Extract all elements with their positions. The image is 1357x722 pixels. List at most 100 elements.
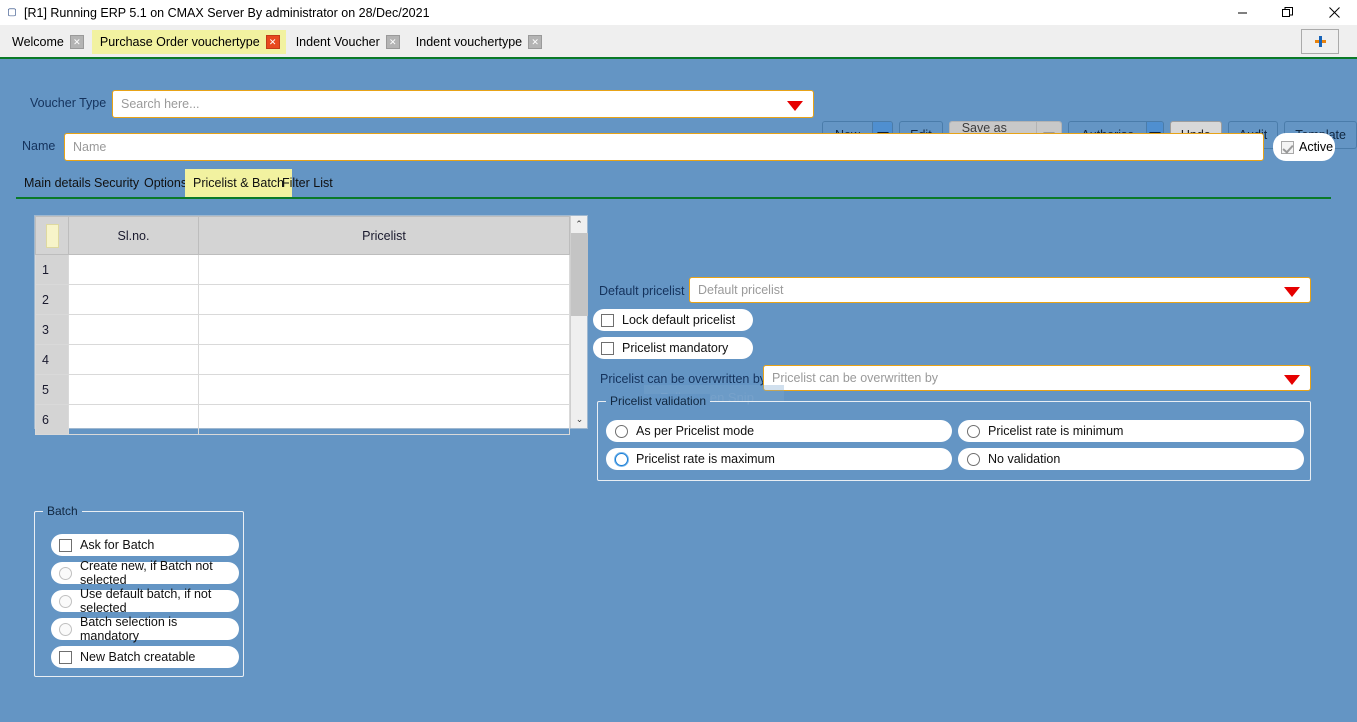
batch-group-title: Batch	[43, 504, 82, 518]
checkbox-box[interactable]	[59, 651, 72, 664]
marker-cell[interactable]	[46, 224, 59, 248]
row-index: 3	[36, 315, 69, 345]
checkbox-new-batch-creatable[interactable]: New Batch creatable	[51, 646, 239, 668]
cell-slno[interactable]	[69, 405, 199, 435]
cell-pricelist[interactable]	[199, 375, 570, 405]
radio-button[interactable]	[59, 567, 72, 580]
cell-pricelist[interactable]	[199, 405, 570, 435]
close-icon[interactable]	[1311, 0, 1357, 25]
radio-pricelist-rate-is-maximum[interactable]: Pricelist rate is maximum	[606, 448, 952, 470]
scrollbar-thumb[interactable]	[571, 233, 588, 316]
radio-create-new-if-batch-not-selected[interactable]: Create new, if Batch not selected	[51, 562, 239, 584]
minimize-icon[interactable]	[1219, 0, 1265, 25]
radio-button[interactable]	[615, 425, 628, 438]
option-label: Pricelist mandatory	[622, 341, 728, 355]
option-label: Use default batch, if not selected	[80, 587, 239, 615]
active-checkbox[interactable]: Active	[1273, 133, 1335, 161]
column-header-pricelist[interactable]: Pricelist	[199, 217, 570, 255]
cell-pricelist[interactable]	[199, 315, 570, 345]
window-title: [R1] Running ERP 5.1 on CMAX Server By a…	[24, 6, 430, 20]
checkbox-box[interactable]	[59, 539, 72, 552]
tab-filter-list[interactable]: Filter List	[274, 169, 341, 197]
option-label: New Batch creatable	[80, 650, 195, 664]
cell-slno[interactable]	[69, 285, 199, 315]
radio-as-per-pricelist-mode[interactable]: As per Pricelist mode	[606, 420, 952, 442]
table-row[interactable]: 3	[36, 315, 570, 345]
tab-label: Indent vouchertype	[416, 35, 522, 49]
name-input[interactable]: Name	[64, 133, 1264, 161]
row-index: 6	[36, 405, 69, 435]
radio-pricelist-rate-is-minimum[interactable]: Pricelist rate is minimum	[958, 420, 1304, 442]
checkbox-pricelist-mandatory[interactable]: Pricelist mandatory	[593, 337, 753, 359]
default-pricelist-dropdown[interactable]: Default pricelist	[689, 277, 1311, 303]
checkbox-box[interactable]	[601, 314, 614, 327]
tab-purchase-order-vouchertype[interactable]: Purchase Order vouchertype ✕	[92, 30, 286, 54]
row-index: 1	[36, 255, 69, 285]
voucher-type-search-input[interactable]: Search here...	[112, 90, 814, 118]
tab-indent-vouchertype[interactable]: Indent vouchertype ✕	[408, 30, 548, 54]
table-row[interactable]: 5	[36, 375, 570, 405]
section-tabs-underline	[16, 197, 1331, 199]
row-index: 4	[36, 345, 69, 375]
window-titlebar: ▢ [R1] Running ERP 5.1 on CMAX Server By…	[0, 0, 1357, 25]
scroll-up-icon[interactable]: ⌃	[571, 216, 587, 233]
cell-slno[interactable]	[69, 375, 199, 405]
pricelist-grid-scrollbar[interactable]: ⌃ ⌄	[570, 216, 587, 428]
chevron-down-icon[interactable]	[1284, 375, 1300, 385]
name-row: Name Name Active	[0, 133, 1357, 161]
radio-button[interactable]	[59, 595, 72, 608]
radio-button[interactable]	[967, 453, 980, 466]
cell-slno[interactable]	[69, 345, 199, 375]
checkbox-ask-for-batch[interactable]: Ask for Batch	[51, 534, 239, 556]
column-header-slno[interactable]: Sl.no.	[69, 217, 199, 255]
active-checkbox-box[interactable]	[1281, 141, 1294, 154]
option-label: Pricelist rate is minimum	[988, 424, 1123, 438]
scroll-down-icon[interactable]: ⌄	[571, 411, 588, 428]
tab-label: Welcome	[12, 35, 64, 49]
add-tab-button[interactable]	[1301, 29, 1339, 54]
option-label: Ask for Batch	[80, 538, 154, 552]
radio-button[interactable]	[615, 453, 628, 466]
cell-pricelist[interactable]	[199, 345, 570, 375]
row-index: 5	[36, 375, 69, 405]
tab-close-icon[interactable]: ✕	[528, 35, 542, 49]
cell-slno[interactable]	[69, 315, 199, 345]
tab-close-icon[interactable]: ✕	[266, 35, 280, 49]
cell-pricelist[interactable]	[199, 255, 570, 285]
tab-welcome[interactable]: Welcome ✕	[4, 30, 90, 54]
chevron-down-icon[interactable]	[787, 101, 803, 111]
section-tabs: Main details Security Options Pricelist …	[0, 169, 1357, 197]
option-label: Create new, if Batch not selected	[80, 559, 239, 587]
radio-button[interactable]	[59, 623, 72, 636]
tab-close-icon[interactable]: ✕	[70, 35, 84, 49]
checkbox-box[interactable]	[601, 342, 614, 355]
voucher-type-row: Voucher Type Search here... New Edit Sav…	[0, 90, 1357, 118]
checkbox-lock-default-pricelist[interactable]: Lock default pricelist	[593, 309, 753, 331]
tab-label: Purchase Order vouchertype	[100, 35, 260, 49]
table-row[interactable]: 6	[36, 405, 570, 435]
table-row[interactable]: 4	[36, 345, 570, 375]
chevron-down-icon[interactable]	[1284, 287, 1300, 297]
table-header-row: Sl.no. Pricelist	[36, 217, 570, 255]
pricelist-overwritten-label: Pricelist can be overwritten by	[600, 372, 766, 386]
option-label: Pricelist rate is maximum	[636, 452, 775, 466]
voucher-type-form: Voucher Type Search here... New Edit Sav…	[0, 59, 1357, 722]
restore-icon[interactable]	[1265, 0, 1311, 25]
table-row[interactable]: 2	[36, 285, 570, 315]
pricelist-overwritten-dropdown[interactable]: Pricelist can be overwritten by	[763, 365, 1311, 391]
radio-no-validation[interactable]: No validation	[958, 448, 1304, 470]
radio-button[interactable]	[967, 425, 980, 438]
column-header-marker	[36, 217, 69, 255]
active-checkbox-label: Active	[1299, 140, 1333, 154]
cell-pricelist[interactable]	[199, 285, 570, 315]
radio-batch-selection-is-mandatory[interactable]: Batch selection is mandatory	[51, 618, 239, 640]
radio-use-default-batch-if-not-selected[interactable]: Use default batch, if not selected	[51, 590, 239, 612]
tab-indent-voucher[interactable]: Indent Voucher ✕	[288, 30, 406, 54]
tab-close-icon[interactable]: ✕	[386, 35, 400, 49]
cell-slno[interactable]	[69, 255, 199, 285]
name-label: Name	[22, 139, 55, 153]
table-row[interactable]: 1	[36, 255, 570, 285]
option-label: Batch selection is mandatory	[80, 615, 239, 643]
default-pricelist-label: Default pricelist	[599, 284, 684, 298]
row-index: 2	[36, 285, 69, 315]
